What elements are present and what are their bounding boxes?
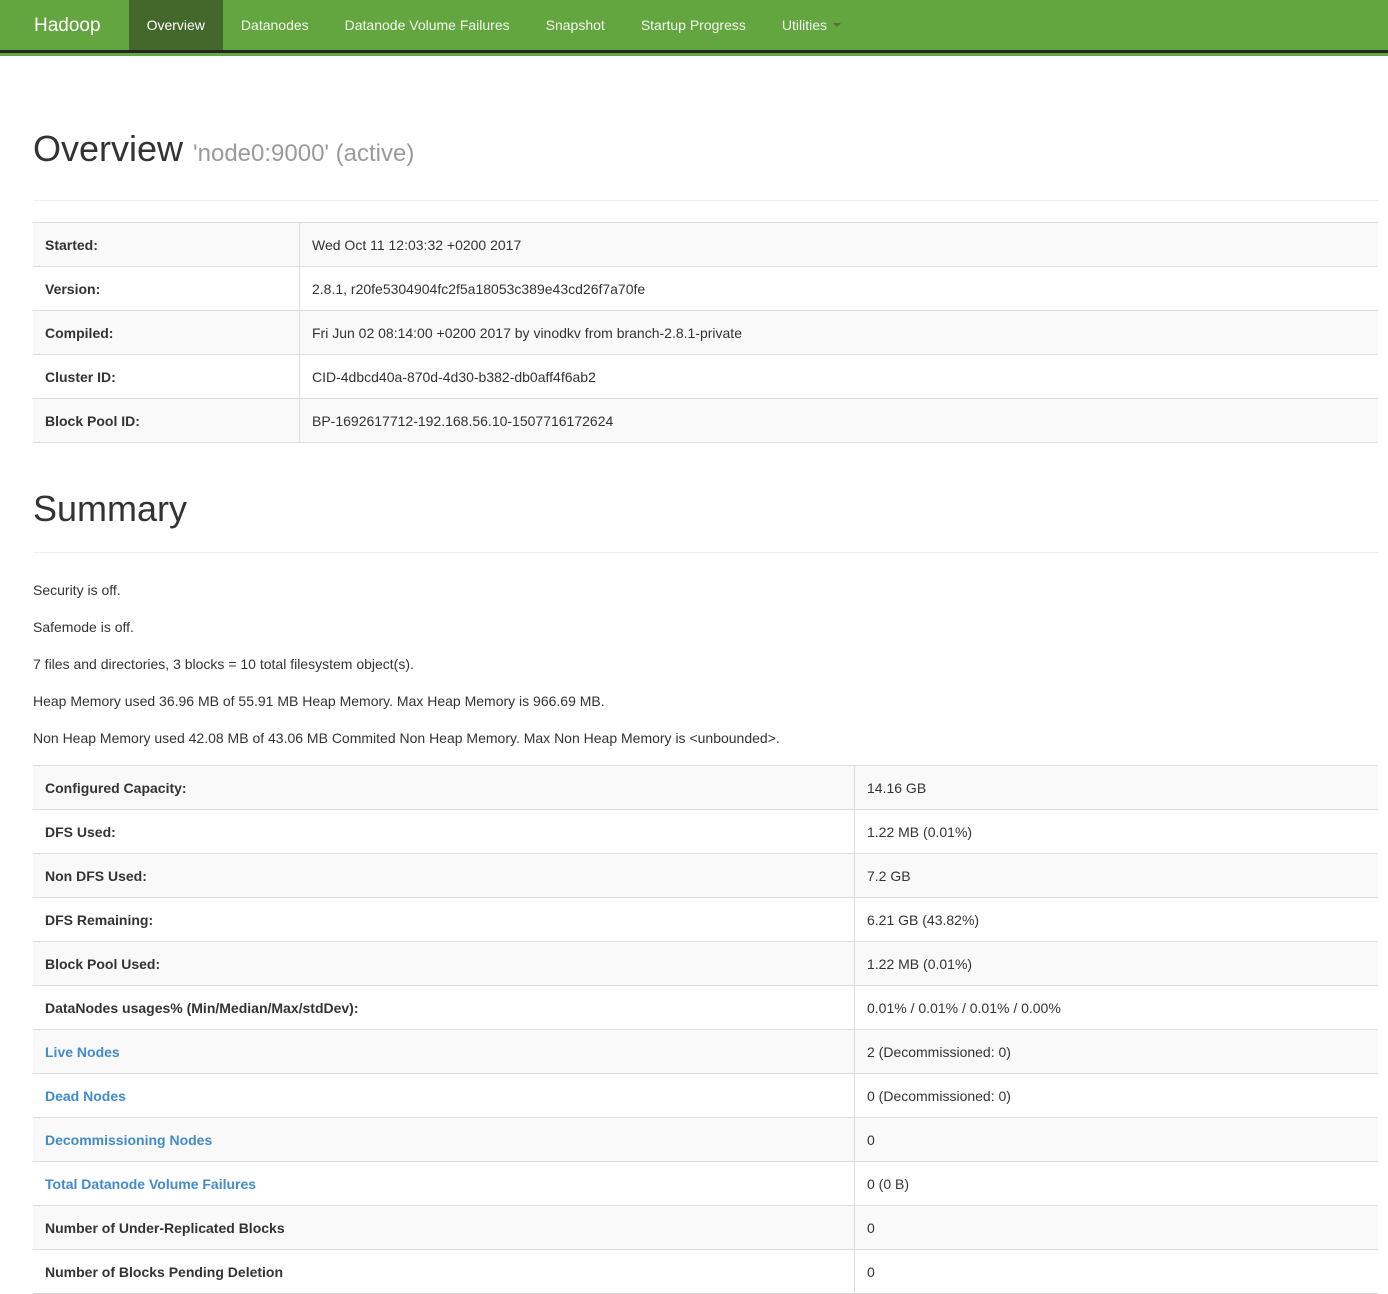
table-row: Block Pool ID: BP-1692617712-192.168.56.… <box>33 399 1378 443</box>
summary-header: Summary <box>33 488 1378 530</box>
row-value: 2 (Decommissioned: 0) <box>855 1030 1378 1073</box>
row-value: 0 <box>855 1250 1378 1293</box>
row-label: DFS Used: <box>33 810 855 853</box>
summary-paragraphs: Security is off. Safemode is off. 7 file… <box>33 580 1378 748</box>
page-title: Overview 'node0:9000' (active) <box>33 128 1378 170</box>
summary-status-line: Safemode is off. <box>33 617 1378 637</box>
row-value: 0 (Decommissioned: 0) <box>855 1074 1378 1117</box>
summary-title: Summary <box>33 488 1378 530</box>
summary-divider <box>33 552 1378 553</box>
table-row: Cluster ID: CID-4dbcd40a-870d-4d30-b382-… <box>33 355 1378 399</box>
navbar-menu: Overview Datanodes Datanode Volume Failu… <box>129 0 859 50</box>
row-value: 0 (0 B) <box>855 1162 1378 1205</box>
summary-status-line: Security is off. <box>33 580 1378 600</box>
row-value: 1.22 MB (0.01%) <box>855 810 1378 853</box>
nav-item-label: Overview <box>147 17 205 33</box>
row-value: 0.01% / 0.01% / 0.01% / 0.00% <box>855 986 1378 1029</box>
table-row: Started: Wed Oct 11 12:03:32 +0200 2017 <box>33 223 1378 267</box>
row-value: 14.16 GB <box>855 766 1378 809</box>
row-label: Configured Capacity: <box>33 766 855 809</box>
row-label[interactable]: Total Datanode Volume Failures <box>33 1162 855 1205</box>
row-label[interactable]: Live Nodes <box>33 1030 855 1073</box>
table-row: Compiled: Fri Jun 02 08:14:00 +0200 2017… <box>33 311 1378 355</box>
table-row: Version: 2.8.1, r20fe5304904fc2f5a18053c… <box>33 267 1378 311</box>
nav-item[interactable]: Datanodes <box>223 0 327 50</box>
table-row: Live Nodes 2 (Decommissioned: 0) <box>33 1030 1378 1074</box>
nav-item[interactable]: Overview <box>129 0 223 50</box>
navbar-brand[interactable]: Hadoop <box>0 0 117 50</box>
nav-item-label: Datanodes <box>241 17 309 33</box>
chevron-down-icon <box>833 23 841 27</box>
row-value: 0 <box>855 1206 1378 1249</box>
nav-item[interactable]: Utilities <box>764 0 859 50</box>
page-content: Overview 'node0:9000' (active) Started: … <box>33 128 1378 1294</box>
nav-item[interactable]: Startup Progress <box>623 0 764 50</box>
page-subtitle: 'node0:9000' (active) <box>193 140 414 167</box>
row-value: 1.22 MB (0.01%) <box>855 942 1378 985</box>
nav-item-label: Startup Progress <box>641 17 746 33</box>
nav-item-label: Snapshot <box>546 17 605 33</box>
table-row: DFS Used: 1.22 MB (0.01%) <box>33 810 1378 854</box>
overview-header: Overview 'node0:9000' (active) <box>33 128 1378 170</box>
navbar-bottom-strip <box>0 53 1388 56</box>
table-row: Block Pool Used: 1.22 MB (0.01%) <box>33 942 1378 986</box>
row-label[interactable]: Dead Nodes <box>33 1074 855 1117</box>
page-title-text: Overview <box>33 128 183 169</box>
row-label: Number of Blocks Pending Deletion <box>33 1250 855 1293</box>
row-value: BP-1692617712-192.168.56.10-150771617262… <box>300 399 1378 442</box>
summary-status-line: Non Heap Memory used 42.08 MB of 43.06 M… <box>33 728 1378 748</box>
row-value: 2.8.1, r20fe5304904fc2f5a18053c389e43cd2… <box>300 267 1378 310</box>
row-value: CID-4dbcd40a-870d-4d30-b382-db0aff4f6ab2 <box>300 355 1378 398</box>
row-value: Wed Oct 11 12:03:32 +0200 2017 <box>300 223 1378 266</box>
row-label: Non DFS Used: <box>33 854 855 897</box>
row-label: Compiled: <box>33 311 300 354</box>
row-label: Number of Under-Replicated Blocks <box>33 1206 855 1249</box>
table-row: Number of Blocks Pending Deletion 0 <box>33 1250 1378 1294</box>
nav-item[interactable]: Snapshot <box>528 0 623 50</box>
overview-info-table: Started: Wed Oct 11 12:03:32 +0200 2017 … <box>33 222 1378 443</box>
table-row: Configured Capacity: 14.16 GB <box>33 766 1378 810</box>
row-label: Started: <box>33 223 300 266</box>
row-label[interactable]: Decommissioning Nodes <box>33 1118 855 1161</box>
row-label: Cluster ID: <box>33 355 300 398</box>
row-value: Fri Jun 02 08:14:00 +0200 2017 by vinodk… <box>300 311 1378 354</box>
row-label: DataNodes usages% (Min/Median/Max/stdDev… <box>33 986 855 1029</box>
row-value: 0 <box>855 1118 1378 1161</box>
row-value: 7.2 GB <box>855 854 1378 897</box>
table-row: Total Datanode Volume Failures 0 (0 B) <box>33 1162 1378 1206</box>
title-divider <box>33 200 1378 201</box>
row-label: DFS Remaining: <box>33 898 855 941</box>
table-row: Number of Under-Replicated Blocks 0 <box>33 1206 1378 1250</box>
summary-table: Configured Capacity: 14.16 GB DFS Used: … <box>33 765 1378 1294</box>
table-row: Non DFS Used: 7.2 GB <box>33 854 1378 898</box>
summary-status-line: Heap Memory used 36.96 MB of 55.91 MB He… <box>33 691 1378 711</box>
row-label: Block Pool ID: <box>33 399 300 442</box>
nav-item-label: Datanode Volume Failures <box>345 17 510 33</box>
navbar: Hadoop Overview Datanodes Datanode Volum… <box>0 0 1388 53</box>
nav-item[interactable]: Datanode Volume Failures <box>327 0 528 50</box>
table-row: Dead Nodes 0 (Decommissioned: 0) <box>33 1074 1378 1118</box>
row-value: 6.21 GB (43.82%) <box>855 898 1378 941</box>
row-label: Version: <box>33 267 300 310</box>
nav-item-label: Utilities <box>782 17 827 33</box>
row-label: Block Pool Used: <box>33 942 855 985</box>
table-row: DFS Remaining: 6.21 GB (43.82%) <box>33 898 1378 942</box>
summary-status-line: 7 files and directories, 3 blocks = 10 t… <box>33 654 1378 674</box>
table-row: Decommissioning Nodes 0 <box>33 1118 1378 1162</box>
table-row: DataNodes usages% (Min/Median/Max/stdDev… <box>33 986 1378 1030</box>
